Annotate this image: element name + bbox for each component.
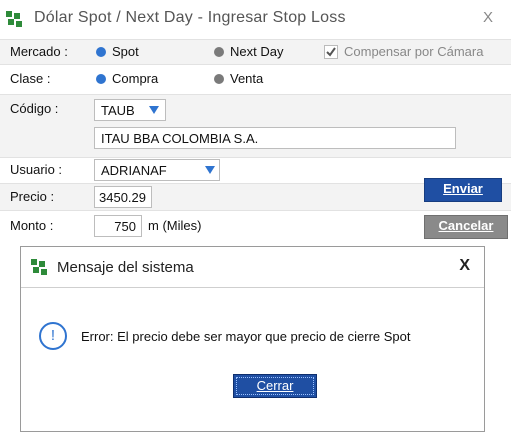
stop-loss-window: Dólar Spot / Next Day - Ingresar Stop Lo… (0, 0, 511, 250)
codigo-value: TAUB (101, 103, 135, 118)
dialog-close-icon[interactable]: X (459, 257, 470, 275)
compensar-label: Compensar por Cámara (344, 44, 484, 59)
radio-next-day-label: Next Day (230, 44, 284, 59)
info-icon: ! (39, 322, 67, 350)
usuario-label: Usuario : (10, 162, 63, 177)
precio-input[interactable]: 3450.29 (94, 186, 152, 208)
cerrar-button-label: Cerrar (256, 378, 294, 393)
usuario-value: ADRIANAF (101, 163, 167, 178)
codigo-description-field: ITAU BBA COLOMBIA S.A. (94, 127, 456, 149)
monto-label: Monto : (10, 218, 54, 233)
mercado-row: Mercado : Spot Next Day Compensar por Cá… (0, 39, 511, 65)
system-message-dialog: Mensaje del sistema X ! Error: El precio… (20, 246, 485, 432)
monto-input[interactable]: 750 (94, 215, 142, 237)
radio-compra[interactable]: Compra (96, 71, 158, 86)
codigo-description: ITAU BBA COLOMBIA S.A. (101, 131, 259, 146)
codigo-row: Código : TAUB ITAU BBA COLOMBIA S.A. (0, 94, 511, 158)
precio-label: Precio : (10, 189, 55, 204)
cancelar-button-label: Cancelar (438, 218, 494, 233)
codigo-select[interactable]: TAUB (94, 99, 166, 121)
enviar-button[interactable]: Enviar (424, 178, 502, 202)
monto-unit: m (Miles) (148, 218, 202, 233)
window-titlebar: Dólar Spot / Next Day - Ingresar Stop Lo… (0, 6, 511, 34)
dialog-title: Mensaje del sistema (57, 259, 194, 276)
radio-venta[interactable]: Venta (214, 71, 263, 86)
mercado-label: Mercado : (10, 44, 68, 59)
radio-selected-icon (96, 73, 106, 84)
dialog-titlebar: Mensaje del sistema X (21, 247, 484, 288)
radio-venta-label: Venta (230, 71, 264, 86)
precio-value: 3450.29 (99, 190, 146, 205)
cancelar-button[interactable]: Cancelar (424, 215, 508, 239)
clase-label: Clase : (10, 71, 51, 86)
radio-selected-icon (96, 46, 106, 57)
app-logo-icon (31, 259, 47, 275)
radio-unselected-icon (214, 73, 224, 84)
error-message: Error: El precio debe ser mayor que prec… (81, 329, 411, 344)
dropdown-arrow-icon[interactable] (149, 106, 159, 114)
dropdown-arrow-icon[interactable] (205, 166, 215, 174)
usuario-select[interactable]: ADRIANAF (94, 159, 220, 181)
app-logo-icon (6, 11, 22, 27)
compensar-checkbox[interactable]: Compensar por Cámara (324, 44, 483, 59)
radio-spot-label: Spot (112, 44, 139, 59)
radio-next-day[interactable]: Next Day (214, 44, 283, 59)
codigo-label: Código : (10, 101, 59, 116)
checkmark-icon (324, 44, 338, 59)
window-title: Dólar Spot / Next Day - Ingresar Stop Lo… (34, 9, 346, 26)
radio-compra-label: Compra (112, 71, 159, 86)
radio-spot[interactable]: Spot (96, 44, 139, 59)
cerrar-button[interactable]: Cerrar (233, 374, 317, 398)
radio-unselected-icon (214, 46, 224, 57)
enviar-button-label: Enviar (443, 181, 483, 196)
clase-row: Clase : Compra Venta (0, 67, 511, 91)
close-icon[interactable]: X (483, 9, 493, 26)
monto-value: 750 (114, 219, 136, 234)
